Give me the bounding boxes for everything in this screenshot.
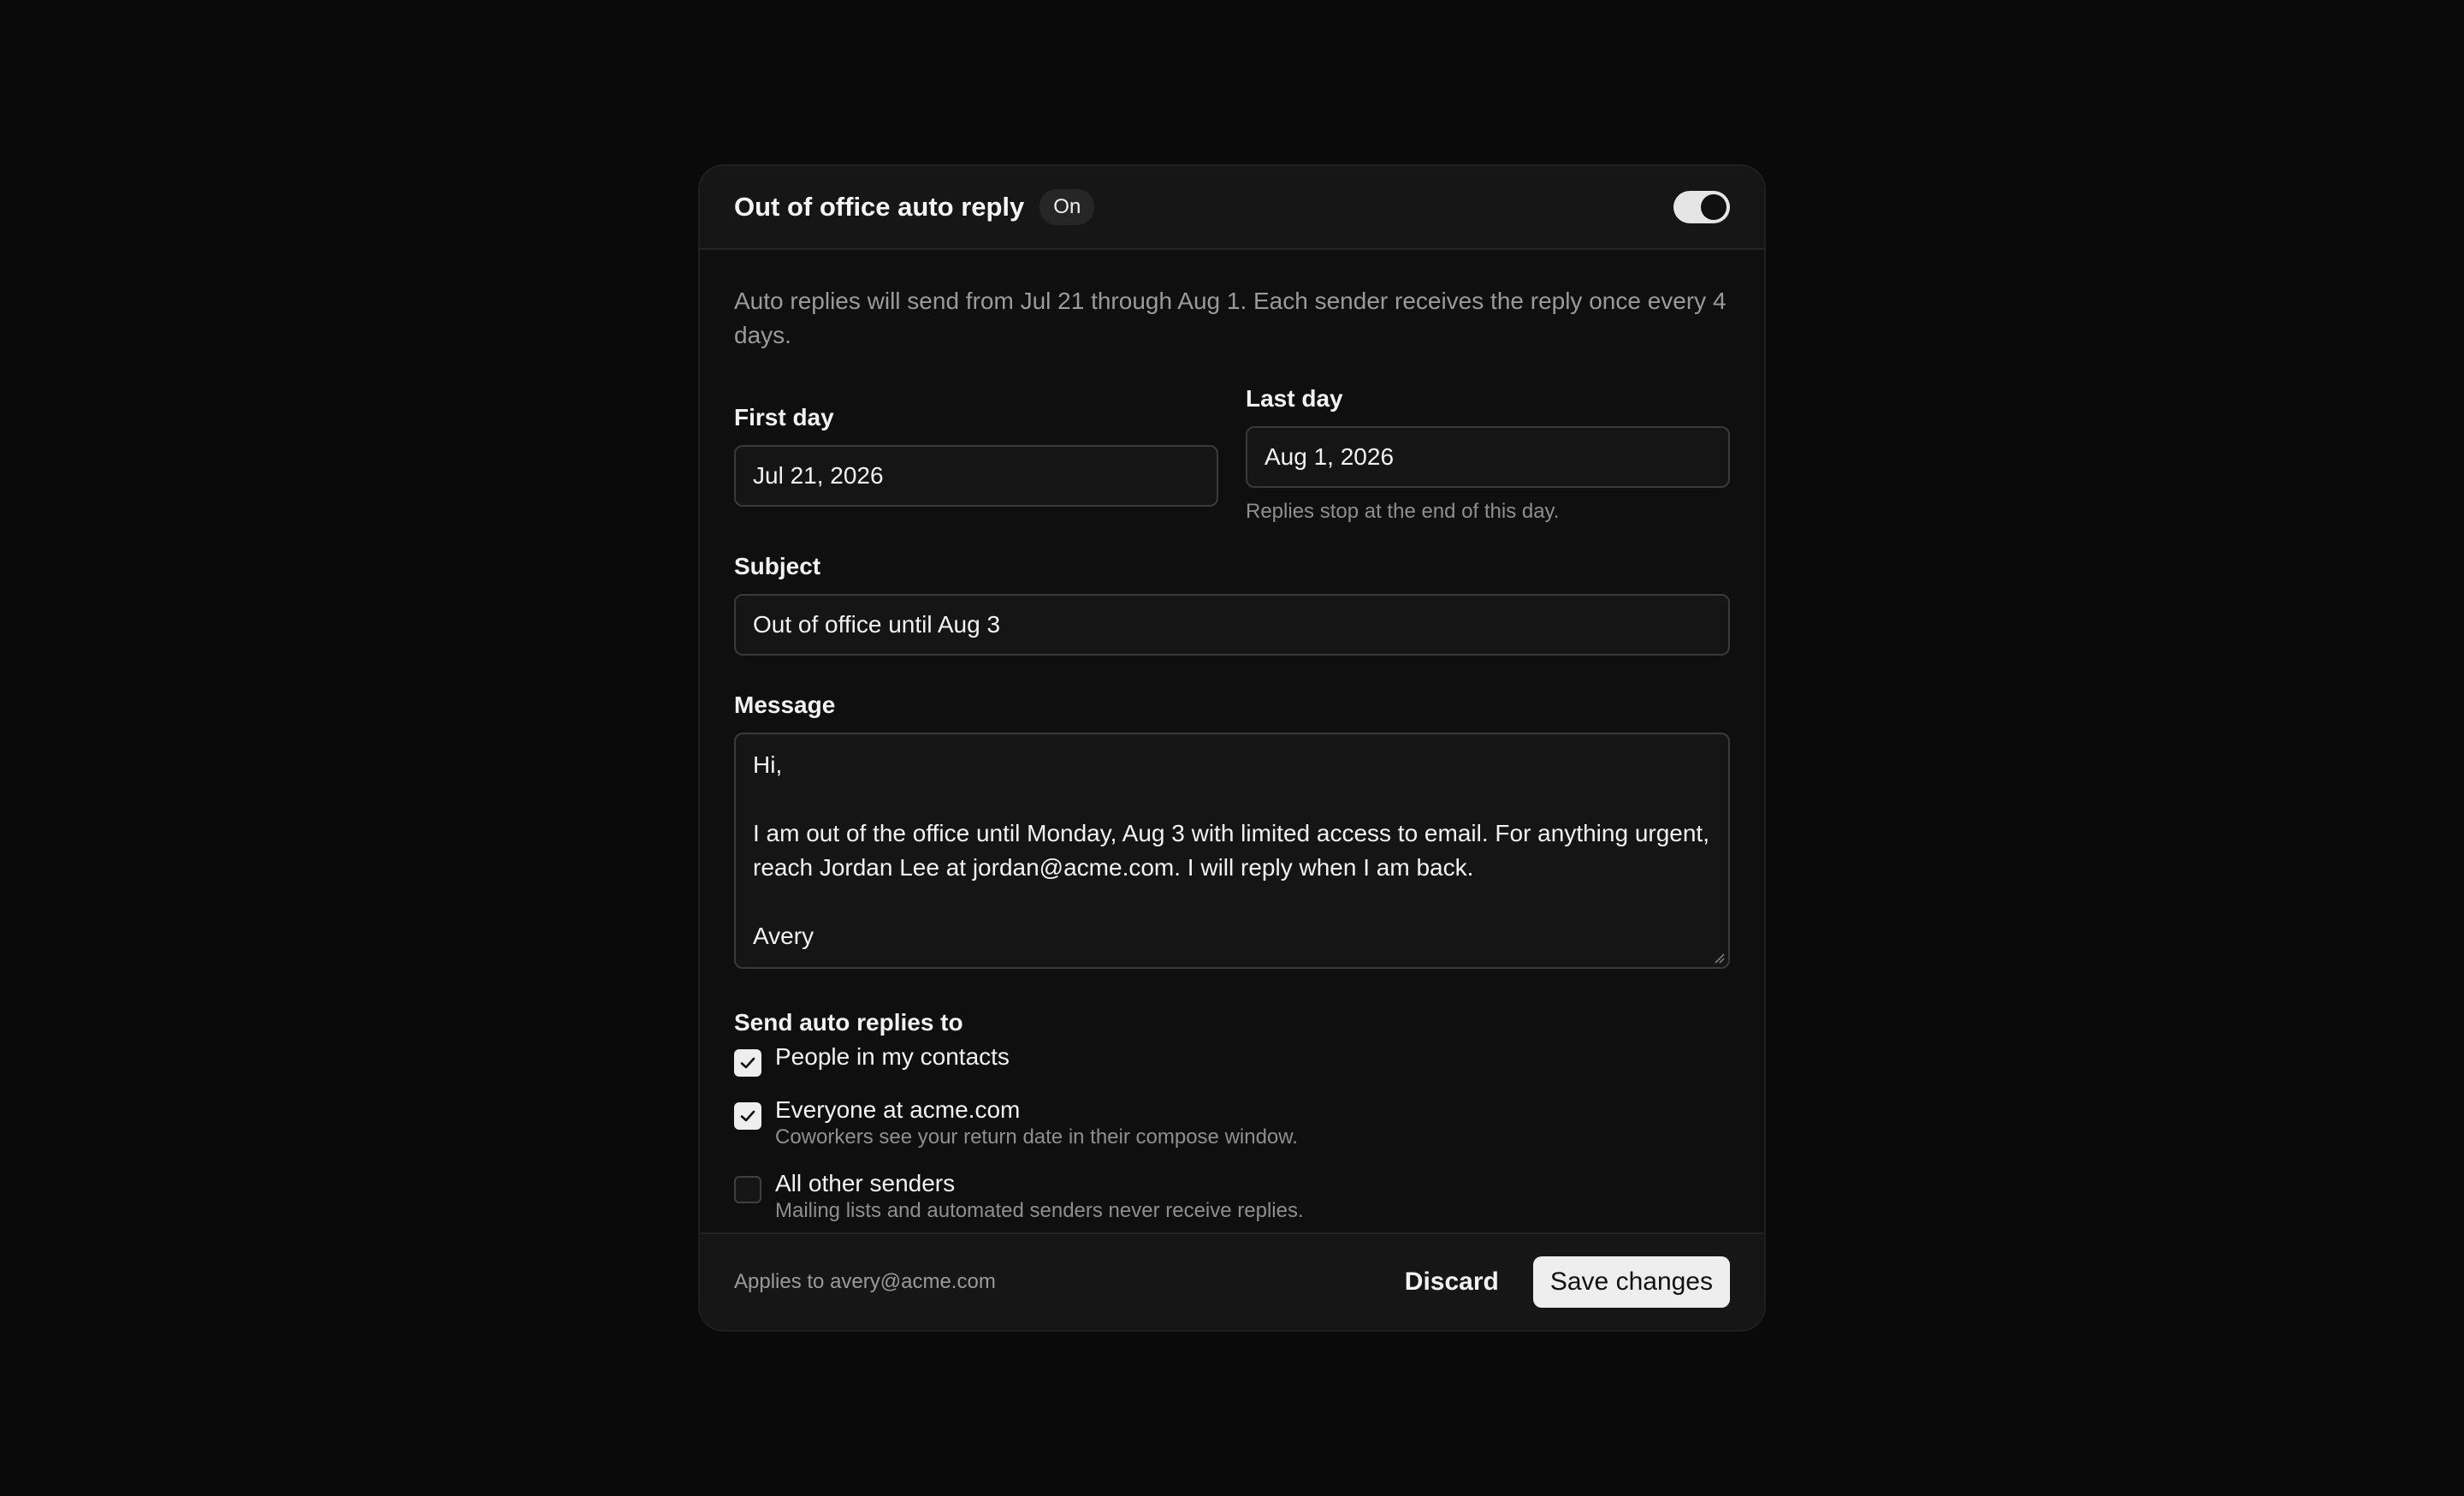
check-icon (740, 1057, 755, 1069)
recipient-option-domain: Everyone at acme.com Coworkers see your … (734, 1095, 1730, 1150)
others-option-text: All other senders Mailing lists and auto… (775, 1169, 1304, 1224)
card-footer: Applies to avery@acme.com Discard Save c… (700, 1232, 1764, 1330)
subject-label: Subject (734, 553, 821, 579)
recipient-option-others: All other senders Mailing lists and auto… (734, 1169, 1730, 1224)
toggle-knob (1701, 194, 1727, 220)
last-day-field: Last day Aug 1, 2026 Replies stop at the… (1246, 383, 1730, 524)
subject-input[interactable]: Out of office until Aug 3 (734, 594, 1730, 656)
discard-button[interactable]: Discard (1388, 1267, 1516, 1297)
domain-option-text: Everyone at acme.com Coworkers see your … (775, 1095, 1298, 1150)
domain-option-sub: Coworkers see your return date in their … (775, 1125, 1298, 1149)
recipient-option-contacts: People in my contacts (734, 1042, 1730, 1077)
message-label: Message (734, 692, 836, 718)
contacts-checkbox[interactable] (734, 1049, 761, 1077)
subject-field: Subject Out of office until Aug 3 (734, 551, 1730, 656)
date-range: First day Jul 21, 2026 Last day Aug 1, 2… (734, 383, 1730, 524)
applies-to-text: Applies to avery@acme.com (734, 1270, 996, 1293)
card-title: Out of office auto reply (734, 192, 1025, 222)
contacts-option-label: People in my contacts (775, 1043, 1010, 1070)
others-option-sub: Mailing lists and automated senders neve… (775, 1199, 1304, 1222)
first-day-label: First day (734, 404, 834, 430)
resize-grip-icon[interactable] (1713, 952, 1725, 964)
recipients-title: Send auto replies to (734, 1009, 963, 1036)
status-badge: On (1040, 189, 1095, 225)
message-field: Message Hi, I am out of the office until… (734, 690, 1730, 969)
domain-checkbox[interactable] (734, 1102, 761, 1130)
last-day-label: Last day (1246, 385, 1343, 412)
message-textarea[interactable]: Hi, I am out of the office until Monday,… (734, 733, 1730, 969)
message-text: Hi, I am out of the office until Monday,… (753, 751, 1709, 949)
auto-reply-card: Out of office auto reply On Auto replies… (698, 164, 1766, 1332)
save-changes-button[interactable]: Save changes (1532, 1256, 1730, 1308)
contacts-option-text: People in my contacts (775, 1042, 1010, 1072)
card-body: Auto replies will send from Jul 21 throu… (700, 250, 1764, 1224)
domain-option-label: Everyone at acme.com (775, 1096, 1021, 1123)
auto-reply-toggle[interactable] (1673, 191, 1730, 223)
card-header: Out of office auto reply On (700, 166, 1764, 250)
check-icon (740, 1110, 755, 1122)
first-day-input[interactable]: Jul 21, 2026 (734, 445, 1218, 507)
others-option-label: All other senders (775, 1170, 956, 1196)
last-day-input[interactable]: Aug 1, 2026 (1246, 426, 1730, 488)
last-day-hint: Replies stop at the end of this day. (1246, 500, 1560, 523)
schedule-description: Auto replies will send from Jul 21 throu… (734, 288, 1727, 348)
others-checkbox[interactable] (734, 1176, 761, 1203)
first-day-field: First day Jul 21, 2026 (734, 383, 1218, 524)
